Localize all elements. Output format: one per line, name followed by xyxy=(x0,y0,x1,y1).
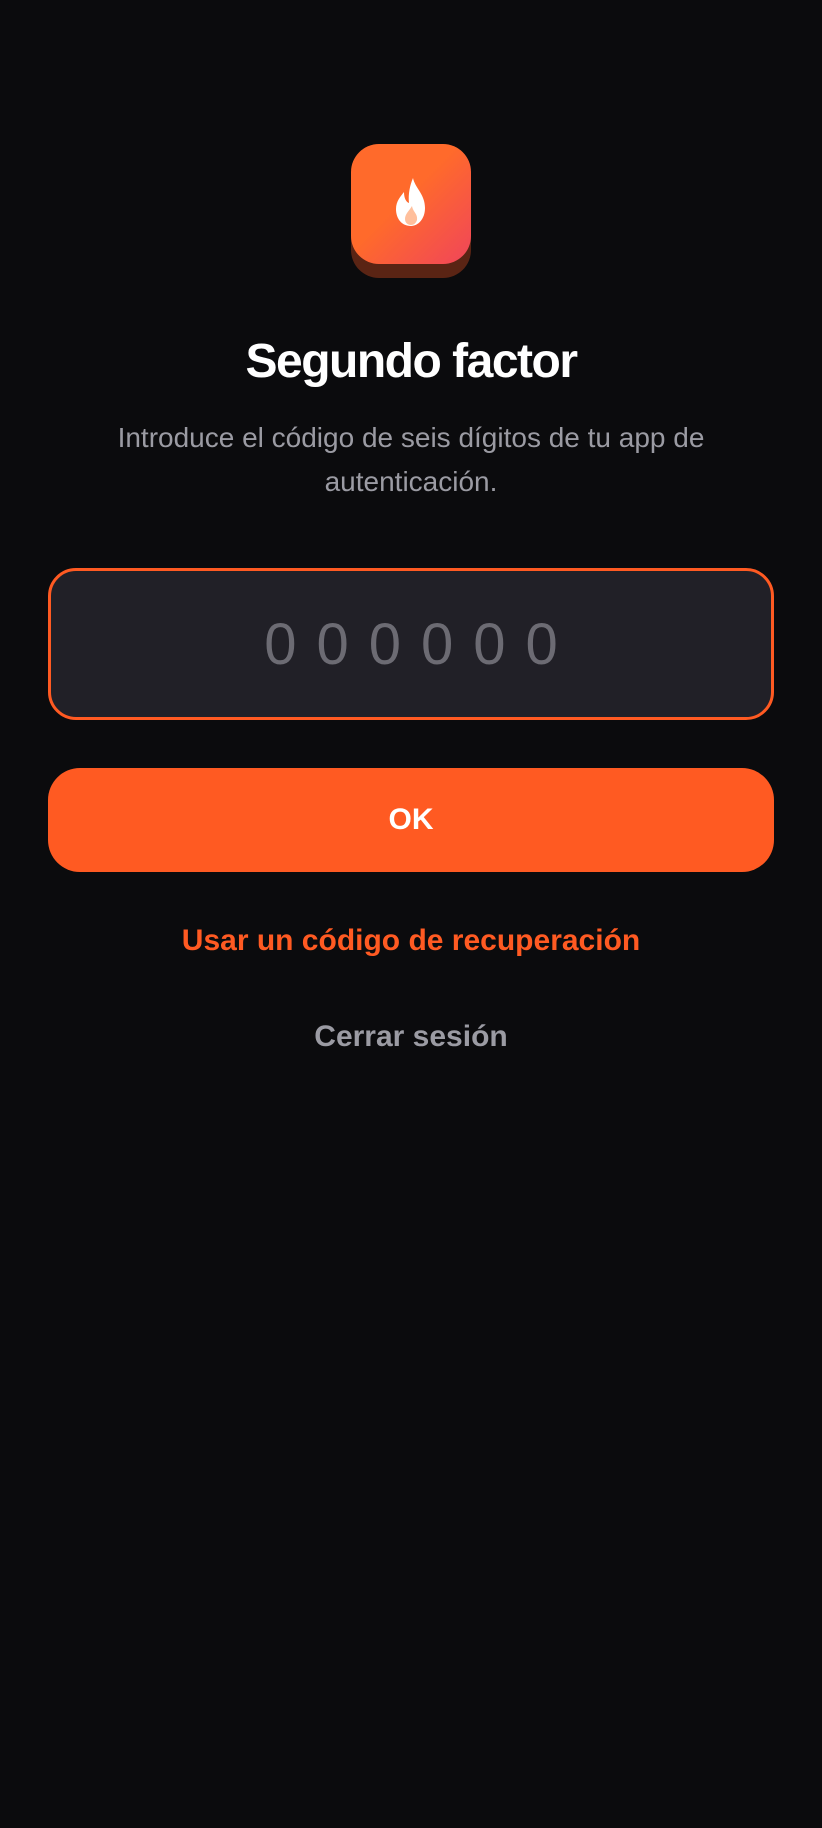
verification-code-input[interactable] xyxy=(51,571,771,717)
page-subtitle: Introduce el código de seis dígitos de t… xyxy=(117,422,705,497)
page-title: Segundo factor xyxy=(245,335,578,388)
use-recovery-code-link[interactable]: Usar un código de recuperación xyxy=(0,924,822,958)
code-input-container xyxy=(48,568,774,720)
app-logo-tile xyxy=(351,144,471,264)
app-logo xyxy=(351,144,471,278)
two-factor-screen: Segundo factor Introduce el código de se… xyxy=(0,0,822,1828)
flame-icon xyxy=(391,176,431,233)
logout-link[interactable]: Cerrar sesión xyxy=(0,1020,822,1054)
ok-button[interactable]: OK xyxy=(48,768,774,872)
